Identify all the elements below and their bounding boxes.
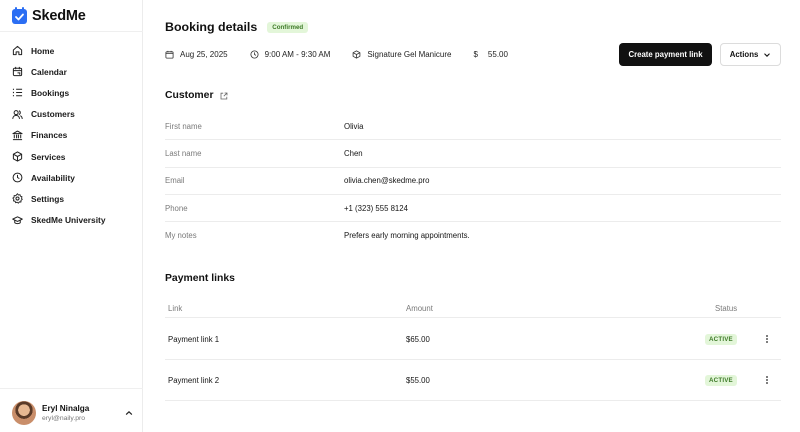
user-email: eryl@naily.pro — [42, 414, 86, 422]
user-menu[interactable]: Eryl Ninalga eryl@naily.pro — [12, 400, 134, 426]
divider — [0, 388, 143, 389]
column-header-amount: Amount — [406, 303, 433, 313]
table-row[interactable]: Payment link 2 $55.00 ACTIVE — [165, 360, 781, 401]
field-value: Chen — [344, 148, 363, 158]
sidebar-nav: Home Calendar Bookings Customers Finance… — [12, 40, 137, 231]
sidebar-item-label: SkedMe University — [31, 215, 106, 226]
sidebar-item-customers[interactable]: Customers — [12, 104, 137, 125]
clock-icon — [250, 49, 259, 59]
customer-row-first-name: First name Olivia — [165, 113, 781, 141]
field-value: +1 (323) 555 8124 — [344, 203, 408, 213]
sidebar: SkedMe Home Calendar Bookings Customers … — [0, 0, 143, 432]
customer-row-phone: Phone +1 (323) 555 8124 — [165, 195, 781, 223]
customer-row-email: Email olivia.chen@skedme.pro — [165, 168, 781, 195]
calendar-icon — [12, 67, 23, 77]
payment-link-amount: $55.00 — [406, 375, 430, 385]
gear-icon — [12, 193, 23, 205]
field-label: Last name — [165, 148, 202, 158]
field-label: My notes — [165, 231, 197, 241]
more-options-icon[interactable] — [763, 334, 771, 344]
status-badge: Confirmed — [267, 21, 309, 33]
sidebar-item-calendar[interactable]: Calendar — [12, 61, 137, 82]
column-header-status: Status — [715, 303, 738, 313]
create-payment-link-button[interactable]: Create payment link — [619, 43, 712, 66]
actions-button[interactable]: Actions — [720, 43, 781, 66]
booking-time-text: 9:00 AM - 9:30 AM — [264, 49, 331, 59]
field-value: Olivia — [344, 121, 364, 131]
user-info: Eryl Ninalga eryl@naily.pro — [42, 404, 124, 423]
sidebar-item-label: Customers — [31, 109, 75, 120]
users-icon — [12, 109, 23, 119]
field-label: First name — [165, 121, 202, 131]
table-row[interactable]: Payment link 1 $65.00 ACTIVE — [165, 319, 781, 360]
dollar-icon: $ — [473, 49, 478, 59]
status-badge: ACTIVE — [705, 374, 737, 386]
chevron-down-icon — [764, 52, 771, 57]
customer-row-notes: My notes Prefers early morning appointme… — [165, 222, 781, 249]
home-icon — [12, 45, 23, 56]
customer-row-last-name: Last name Chen — [165, 140, 781, 168]
bank-icon — [12, 130, 23, 140]
user-name: Eryl Ninalga — [42, 403, 90, 413]
graduation-cap-icon — [12, 215, 23, 224]
booking-date: Aug 25, 2025 — [165, 50, 228, 59]
sidebar-item-university[interactable]: SkedMe University — [12, 210, 137, 231]
booking-date-text: Aug 25, 2025 — [180, 49, 228, 59]
page-title: Booking details — [165, 20, 258, 34]
booking-service-text: Signature Gel Manicure — [367, 49, 452, 59]
payment-link-amount: $65.00 — [406, 334, 430, 344]
sidebar-item-label: Calendar — [31, 66, 67, 77]
sidebar-item-label: Services — [31, 151, 66, 162]
sidebar-item-label: Finances — [31, 130, 68, 141]
sidebar-item-bookings[interactable]: Bookings — [12, 82, 137, 103]
calendar-icon — [165, 50, 174, 59]
divider — [0, 31, 143, 32]
field-label: Email — [165, 176, 185, 186]
box-icon — [12, 151, 23, 162]
booking-service: Signature Gel Manicure — [352, 50, 451, 59]
sidebar-item-label: Settings — [31, 193, 65, 204]
main-content: Booking details Confirmed Aug 25, 2025 9… — [143, 0, 800, 432]
booking-price: $ 55.00 — [473, 50, 507, 59]
booking-price-text: 55.00 — [487, 49, 508, 59]
column-header-link: Link — [168, 303, 183, 313]
external-link-icon[interactable] — [220, 92, 228, 100]
box-icon — [353, 49, 361, 59]
payment-link-name: Payment link 1 — [168, 334, 220, 344]
payment-link-name: Payment link 2 — [168, 375, 220, 385]
title-row: Booking details Confirmed — [165, 20, 309, 34]
table-header: Link Amount Status — [165, 299, 781, 318]
payment-links-section-title: Payment links — [165, 273, 235, 284]
sidebar-item-label: Bookings — [31, 87, 70, 98]
brand-name: SkedMe — [32, 8, 86, 24]
calendar-check-logo-icon — [12, 6, 27, 24]
field-value: olivia.chen@skedme.pro — [344, 176, 430, 186]
more-options-icon[interactable] — [763, 375, 771, 385]
sidebar-item-availability[interactable]: Availability — [12, 167, 137, 188]
chevron-up-icon[interactable] — [124, 408, 134, 418]
sidebar-item-settings[interactable]: Settings — [12, 188, 137, 209]
avatar — [12, 401, 36, 425]
clock-icon — [12, 172, 23, 183]
booking-time: 9:00 AM - 9:30 AM — [250, 49, 331, 59]
customer-title: Customer — [165, 90, 214, 101]
status-badge: ACTIVE — [705, 333, 737, 345]
actions-button-label: Actions — [729, 50, 759, 59]
booking-meta: Aug 25, 2025 9:00 AM - 9:30 AM Signature… — [165, 48, 530, 60]
payment-links-title: Payment links — [165, 273, 235, 284]
sidebar-item-label: Home — [31, 45, 55, 56]
field-value: Prefers early morning appointments. — [344, 231, 470, 241]
customer-section-title: Customer — [165, 90, 228, 101]
list-icon — [12, 89, 23, 97]
sidebar-item-services[interactable]: Services — [12, 146, 137, 167]
brand[interactable]: SkedMe — [12, 6, 86, 25]
sidebar-item-label: Availability — [31, 172, 75, 183]
field-label: Phone — [165, 203, 188, 213]
sidebar-item-finances[interactable]: Finances — [12, 125, 137, 146]
sidebar-item-home[interactable]: Home — [12, 40, 137, 61]
